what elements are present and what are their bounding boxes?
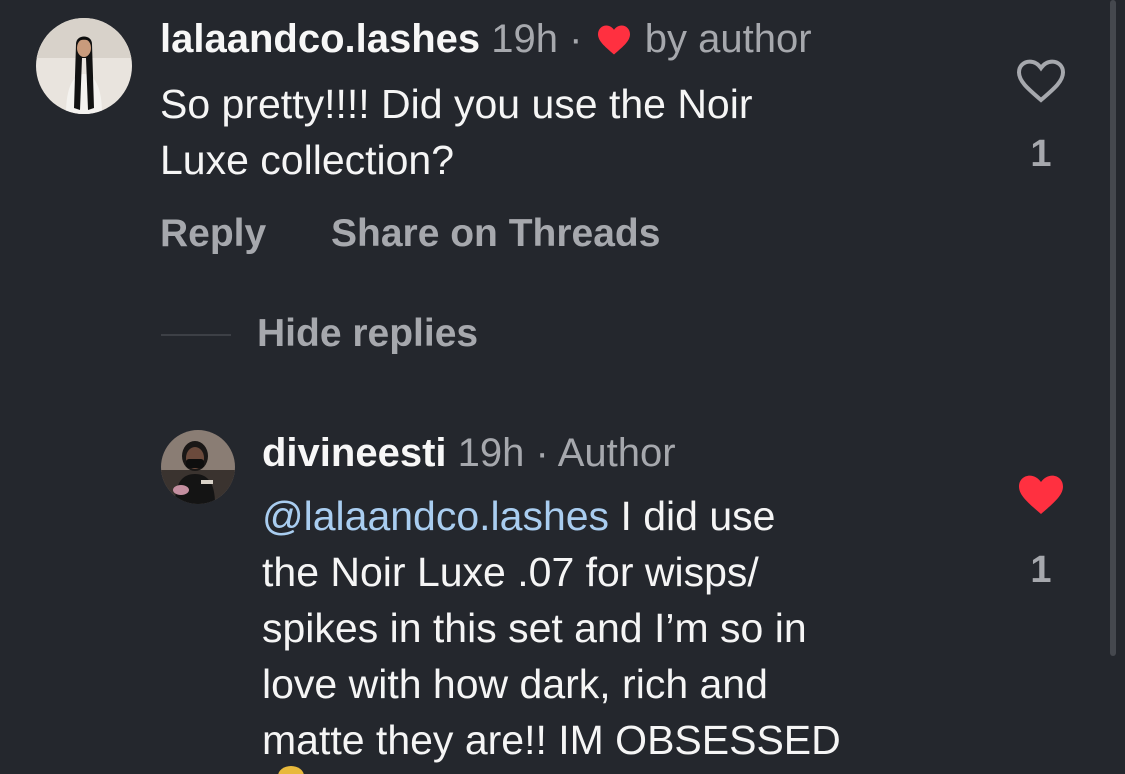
avatar[interactable]	[161, 430, 235, 504]
replies-divider	[161, 334, 231, 336]
comment-text: @lalaandco.lashes I did use the Noir Lux…	[262, 488, 982, 768]
comment-text-line: spikes in this set and I’m so in	[262, 605, 807, 651]
comment-text-line: love with how dark, rich and	[262, 661, 768, 707]
comment-text-line: So pretty!!!! Did you use the Noir	[160, 81, 753, 127]
heart-filled-icon[interactable]	[1015, 472, 1067, 518]
scrollbar[interactable]	[1110, 0, 1116, 656]
comment-text-line: the Noir Luxe .07 for wisps/	[262, 549, 759, 595]
red-heart-icon	[596, 20, 632, 66]
timestamp: 19h	[491, 17, 559, 61]
comment-text-line: Luxe collection?	[160, 137, 455, 183]
mention-link[interactable]: @lalaandco.lashes	[262, 493, 609, 539]
like-count: 1	[1030, 133, 1052, 175]
comment-text: So pretty!!!! Did you use the Noir Luxe …	[160, 76, 980, 188]
like-count: 1	[1030, 549, 1052, 591]
separator-dot: ·	[569, 17, 583, 61]
comment-text-line: matte they are!! IM OBSESSED	[262, 717, 841, 763]
comment-text-line: @lalaandco.lashes I did use	[262, 488, 982, 544]
hide-replies-button[interactable]: Hide replies	[257, 310, 478, 358]
timestamp: 19h	[457, 431, 525, 475]
username[interactable]: divineesti	[262, 431, 447, 475]
username[interactable]: lalaandco.lashes	[160, 17, 480, 61]
comment-header: lalaandco.lashes 19h · by author	[160, 16, 812, 66]
profile-photo-icon	[161, 430, 235, 504]
heart-outline-icon[interactable]	[1015, 58, 1067, 104]
separator-dot: ·	[535, 431, 549, 475]
avatar[interactable]	[36, 18, 132, 114]
share-on-threads-button[interactable]: Share on Threads	[331, 210, 660, 258]
comment-text-segment: I did use	[609, 493, 776, 539]
author-badge: Author	[557, 431, 676, 475]
profile-photo-icon	[36, 18, 132, 114]
reply-button[interactable]: Reply	[160, 210, 266, 258]
comment-header: divineesti 19h · Author	[262, 430, 676, 476]
liked-by-author-label: by author	[644, 17, 812, 61]
